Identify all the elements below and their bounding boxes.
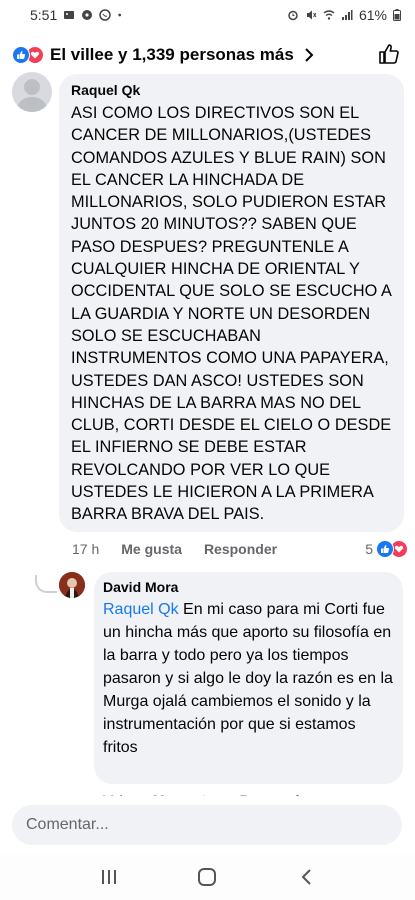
reply-bubble: David Mora Raquel Qk En mi caso para mi … [94,572,403,784]
back-icon [301,869,311,885]
comment-text: ASI COMO LOS DIRECTIVOS SON EL CANCER DE… [71,104,392,524]
home-button[interactable] [187,857,227,897]
chevron-right-icon [305,48,314,62]
gallery-notification-icon [64,11,75,19]
comment-input[interactable]: Comentar... [12,805,402,845]
comment-bubble: Raquel Qk ASI COMO LOS DIRECTIVOS SON EL… [59,74,404,532]
avatar[interactable] [12,72,52,112]
status-right: 61% [287,7,401,23]
comment-input-placeholder: Comentar... [26,816,109,833]
recent-apps-icon [102,870,117,884]
home-icon [198,868,217,886]
reactions-summary: El villee y 1,339 personas más [50,45,294,64]
mention-link[interactable]: Raquel Qk [103,601,179,618]
comment-author[interactable]: Raquel Qk [71,82,392,98]
system-nav-bar [0,854,415,900]
comment-time: 17 h [72,541,100,557]
thumbs-up-icon[interactable] [377,42,401,66]
soccer-app-icon [82,10,93,20]
reply-text: En mi caso para mi Corti fue un hincha m… [103,601,393,756]
whatsapp-icon [99,9,111,21]
recent-apps-button[interactable] [89,857,129,897]
alarm-icon [288,10,298,21]
status-bar: 5:51 61% [0,0,415,30]
thread-connector [35,575,57,593]
reaction-count-value: 5 [365,541,373,557]
avatar[interactable] [59,572,85,598]
like-reaction-icon [376,540,394,558]
reaction-icons [12,46,44,64]
reply-button[interactable]: Responder [204,541,277,557]
reaction-count[interactable]: 5 [365,540,408,558]
battery-level: 61% [358,7,387,23]
status-left: 5:51 [30,7,125,23]
signal-icon [341,10,353,20]
mute-icon [306,10,317,20]
status-time: 5:51 [30,7,58,23]
comment-text: Raquel Qk En mi caso para mi Corti fue u… [103,598,394,759]
back-button[interactable] [286,857,326,897]
like-reaction-icon [12,46,30,64]
wifi-icon [323,10,335,20]
comment-actions: 17 h Me gusta Responder 5 [72,540,408,558]
reactions-header[interactable]: El villee y 1,339 personas más [0,30,415,80]
dot-icon [118,13,122,17]
battery-icon [393,9,401,21]
comment-author[interactable]: David Mora [103,579,394,595]
like-button[interactable]: Me gusta [121,541,182,557]
